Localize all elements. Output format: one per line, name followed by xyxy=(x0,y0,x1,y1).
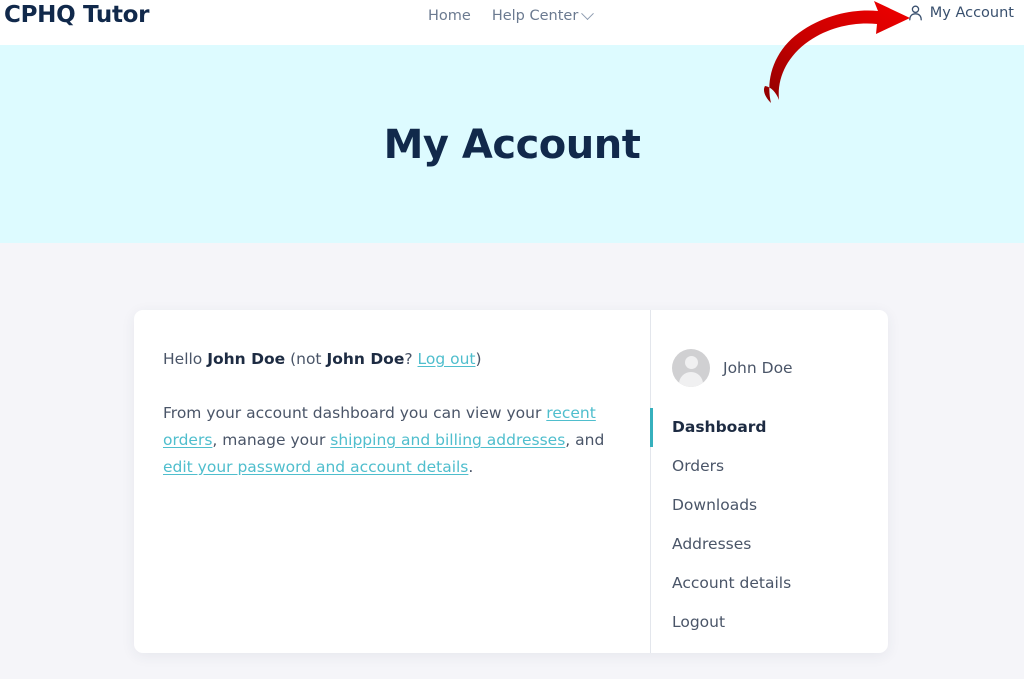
intro-part-2: , manage your xyxy=(212,431,331,449)
sidebar-item-addresses-label: Addresses xyxy=(672,535,752,553)
sidebar-item-logout-label: Logout xyxy=(672,613,726,631)
shipping-billing-addresses-link[interactable]: shipping and billing addresses xyxy=(330,431,565,449)
sidebar-user: John Doe xyxy=(651,349,888,387)
person-icon xyxy=(908,5,922,21)
greeting-not-prefix: (not xyxy=(285,350,327,368)
dashboard-main-panel: Hello John Doe (not John Doe? Log out) F… xyxy=(134,310,650,653)
sidebar-item-orders[interactable]: Orders xyxy=(651,447,888,486)
dashboard-intro-text: From your account dashboard you can view… xyxy=(163,400,620,481)
sidebar-item-logout[interactable]: Logout xyxy=(651,603,888,642)
my-account-label: My Account xyxy=(929,5,1014,21)
my-account-link[interactable]: My Account xyxy=(908,5,1014,21)
intro-part-3: , and xyxy=(565,431,605,449)
site-logo[interactable]: CPHQ Tutor xyxy=(4,2,150,28)
greeting-close-paren: ) xyxy=(475,350,482,368)
nav-item-help-center[interactable]: Help Center xyxy=(491,6,595,26)
sidebar-item-downloads-label: Downloads xyxy=(672,496,758,514)
greeting-not-name: John Doe xyxy=(326,350,405,368)
sidebar-item-dashboard-label: Dashboard xyxy=(672,418,767,436)
intro-part-1: From your account dashboard you can view… xyxy=(163,404,547,422)
nav-item-help-center-label: Help Center xyxy=(491,8,579,24)
avatar-body-shape xyxy=(679,372,703,387)
greeting-hello: Hello xyxy=(163,350,208,368)
nav-item-home[interactable]: Home xyxy=(428,6,471,26)
account-sidebar: John Doe Dashboard Orders Downloads Addr… xyxy=(650,310,888,653)
site-header: CPHQ Tutor Home Help Center My Account xyxy=(0,0,1024,45)
main-navigation: Home Help Center xyxy=(428,6,595,26)
avatar-head-shape xyxy=(684,356,698,369)
edit-password-account-details-link[interactable]: edit your password and account details xyxy=(163,458,468,476)
sidebar-item-downloads[interactable]: Downloads xyxy=(651,486,888,525)
sidebar-item-addresses[interactable]: Addresses xyxy=(651,525,888,564)
log-out-link[interactable]: Log out xyxy=(418,350,476,368)
account-dashboard-card: Hello John Doe (not John Doe? Log out) F… xyxy=(134,310,888,653)
page-title: My Account xyxy=(383,122,641,168)
account-menu: Dashboard Orders Downloads Addresses Acc… xyxy=(650,408,888,642)
greeting-text: Hello John Doe (not John Doe? Log out) xyxy=(163,348,620,370)
content-area: Hello John Doe (not John Doe? Log out) F… xyxy=(0,243,1024,679)
sidebar-user-name: John Doe xyxy=(723,359,793,377)
intro-part-4: . xyxy=(468,458,474,476)
hero-banner: My Account xyxy=(0,45,1024,243)
sidebar-item-account-details[interactable]: Account details xyxy=(651,564,888,603)
greeting-user-name: John Doe xyxy=(207,350,286,368)
avatar xyxy=(672,349,710,387)
chevron-down-icon xyxy=(581,6,595,20)
sidebar-item-account-details-label: Account details xyxy=(672,574,792,592)
sidebar-item-orders-label: Orders xyxy=(672,457,725,475)
greeting-question: ? xyxy=(404,350,418,368)
sidebar-item-dashboard[interactable]: Dashboard xyxy=(650,408,888,447)
